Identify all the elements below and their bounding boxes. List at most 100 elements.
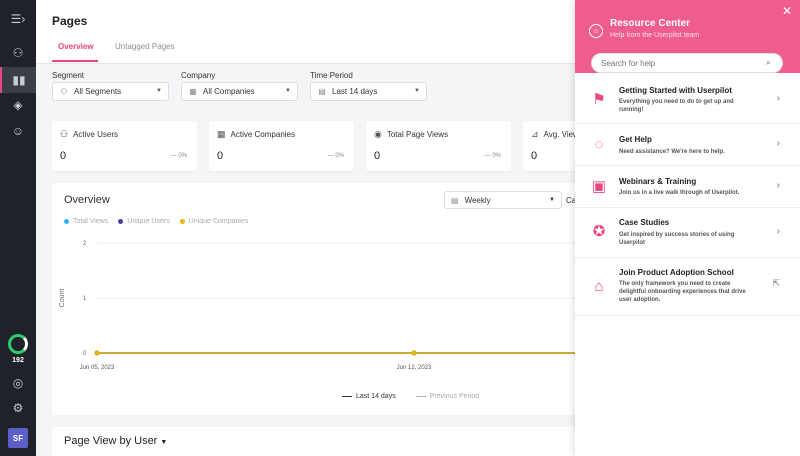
y-tick-label: 0 [83, 351, 87, 357]
stat-value: 0 [217, 150, 224, 162]
badge-icon: ✪ [592, 223, 606, 240]
resource-center-title: Resource Center [610, 18, 691, 29]
interval-value: Weekly [464, 195, 491, 205]
chart-icon: ⊿ [531, 129, 539, 139]
stat-title: Active Companies [230, 130, 295, 139]
collapse-menu-icon[interactable]: ☰› [0, 6, 36, 32]
resource-item-desc: Everything you need to do to get up and … [619, 99, 734, 113]
calendar-icon: ▤ [451, 195, 459, 205]
legend-previous-period[interactable]: Previous Period [415, 393, 479, 400]
data-point [411, 350, 417, 356]
left-nav-rail: ☰› ⚇ ▮▮ ◈ ☺ 192 ◎ ⚙ SF [0, 0, 36, 456]
time-period-select[interactable]: ▤ Last 14 days ▼ [310, 82, 427, 101]
stat-title: Active Users [73, 130, 118, 139]
resource-item-desc: The only framework you need to create de… [619, 281, 746, 303]
page-title: Pages [52, 14, 88, 28]
segment-label: Segment [52, 71, 85, 80]
chevron-down-icon: ▼ [156, 88, 162, 94]
chevron-right-icon: › [776, 93, 780, 104]
chevron-down-icon: ▼ [160, 439, 168, 446]
external-link-icon: ⇱ [772, 278, 780, 288]
chevron-down-icon: ▼ [285, 88, 291, 94]
legend-unique-companies[interactable]: Unique Companies [179, 218, 248, 225]
resource-item-adoption-school[interactable]: ⌂ Join Product Adoption School The only … [575, 258, 800, 316]
chevron-right-icon: › [776, 138, 780, 149]
x-tick-label: Jun 05, 2023 [80, 365, 115, 371]
progress-count: 192 [12, 357, 24, 364]
resource-item-getting-started[interactable]: ⚑ Getting Started with Userpilot Everyth… [575, 80, 800, 124]
chevron-down-icon: ▼ [414, 88, 420, 94]
layers-icon[interactable]: ◈ [0, 92, 36, 118]
legend-total-views[interactable]: Total Views [64, 218, 108, 225]
eye-icon: ◉ [374, 129, 382, 139]
company-value: All Companies [203, 87, 255, 96]
stat-title: Total Page Views [386, 130, 449, 139]
resource-item-webinars[interactable]: ▣ Webinars & Training Join us in a live … [575, 166, 800, 208]
stat-value: 0 [374, 150, 381, 162]
users-icon[interactable]: ⚇ [0, 40, 36, 66]
stat-change: — 0% [484, 153, 501, 159]
y-tick-label: 1 [83, 296, 87, 302]
analytics-icon[interactable]: ▮▮ [0, 67, 36, 93]
period-legend: Last 14 days Previous Period [342, 393, 479, 400]
overview-line-chart: 0 1 2 Count Jun 05, 2023 Jun 12, 2023 [59, 241, 612, 371]
interval-select[interactable]: ▤ Weekly ▼ [444, 191, 562, 209]
stat-value: 0 [531, 150, 538, 162]
close-icon[interactable]: ✕ [782, 4, 792, 18]
smiley-icon[interactable]: ☺ [0, 118, 36, 144]
data-point [94, 350, 100, 356]
legend-unique-users[interactable]: Unique Users [118, 218, 170, 225]
segment-value: All Segments [74, 87, 122, 96]
resource-center-subtitle: Help from the Userpilot team [610, 32, 700, 39]
avatar[interactable]: SF [8, 428, 28, 448]
stat-change: — 0% [327, 153, 344, 159]
y-tick-label: 2 [83, 241, 87, 247]
resource-item-desc: Get inspired by success stories of using… [619, 232, 735, 246]
resource-item-case-studies[interactable]: ✪ Case Studies Get inspired by success s… [575, 208, 800, 258]
stat-value: 0 [60, 150, 67, 162]
time-period-label: Time Period [310, 71, 353, 80]
chevron-right-icon: › [776, 180, 780, 191]
resource-item-get-help[interactable]: ◌ Get Help Need assistance? We're here t… [575, 124, 800, 166]
chart-legend: Total Views Unique Users Unique Companie… [64, 218, 248, 225]
school-icon: ⌂ [594, 277, 604, 295]
stat-card-active-users: ⚇ Active Users 0 — 0% [52, 121, 197, 171]
help-search-input[interactable] [591, 53, 783, 73]
help-center-icon[interactable]: ◎ [0, 370, 36, 396]
search-icon[interactable]: ⌕ [766, 57, 771, 68]
settings-icon[interactable]: ⚙ [0, 395, 36, 421]
users-icon: ⚇ [60, 129, 69, 139]
section-title[interactable]: Page View by User ▼ [64, 435, 167, 447]
building-icon: ▦ [217, 129, 226, 139]
tab-overview[interactable]: Overview [58, 42, 94, 51]
resource-item-title: Case Studies [619, 218, 670, 227]
resource-item-title: Getting Started with Userpilot [619, 86, 732, 95]
x-tick-label: Jun 12, 2023 [397, 365, 432, 371]
segment-select[interactable]: ⚇ All Segments ▼ [52, 82, 169, 101]
company-label: Company [181, 71, 216, 80]
time-period-value: Last 14 days [332, 87, 378, 96]
tab-untagged-pages[interactable]: Untagged Pages [115, 42, 175, 51]
resource-item-desc: Need assistance? We're here to help. [619, 149, 725, 155]
company-select[interactable]: ▦ All Companies ▼ [181, 82, 298, 101]
resource-item-title: Webinars & Training [619, 177, 697, 186]
active-tab-indicator [52, 60, 98, 62]
flag-icon: ⚑ [592, 91, 606, 108]
building-icon: ▦ [189, 87, 197, 96]
stat-change: — 0% [170, 153, 187, 159]
help-icon: ◌ [594, 135, 604, 153]
chart-title: Overview [64, 194, 110, 206]
legend-current-period[interactable]: Last 14 days [342, 393, 396, 400]
stat-card-active-companies: ▦ Active Companies 0 — 0% [209, 121, 354, 171]
chevron-down-icon: ▼ [549, 197, 555, 203]
resource-item-title: Get Help [619, 135, 652, 144]
stat-card-total-page-views: ◉ Total Page Views 0 — 0% [366, 121, 511, 171]
chevron-right-icon: › [776, 226, 780, 237]
video-icon: ▣ [591, 178, 607, 195]
progress-ring[interactable] [8, 334, 28, 354]
calendar-icon: ▤ [318, 87, 326, 96]
userpilot-logo-icon: ☺ [589, 24, 603, 38]
segment-icon: ⚇ [60, 87, 68, 96]
resource-item-title: Join Product Adoption School [619, 268, 734, 277]
y-axis-label: Count [59, 289, 66, 308]
